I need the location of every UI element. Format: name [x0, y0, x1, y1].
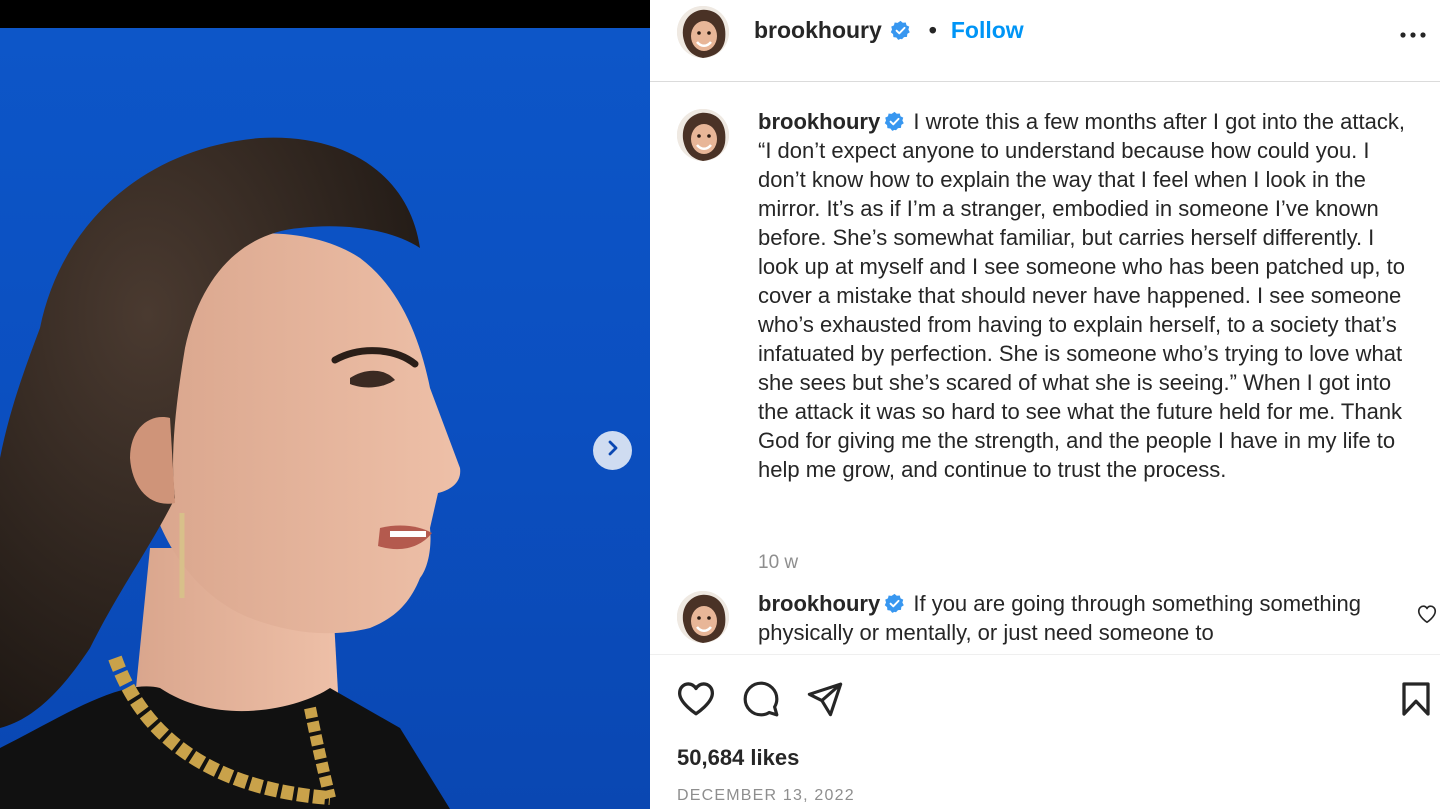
avatar[interactable]	[677, 6, 729, 58]
heart-icon[interactable]	[676, 679, 716, 719]
share-icon[interactable]	[805, 679, 845, 719]
chevron-right-icon	[605, 440, 621, 461]
comment-like-heart-icon[interactable]	[1416, 603, 1438, 625]
comment-icon[interactable]	[741, 679, 781, 719]
verified-badge-icon	[884, 110, 905, 131]
verified-badge-icon	[890, 20, 911, 41]
post-photo	[0, 28, 650, 809]
portrait-illustration	[0, 137, 461, 809]
likes-count[interactable]: 50,684 likes	[677, 745, 799, 771]
bookmark-icon[interactable]	[1396, 679, 1436, 719]
follow-button[interactable]: Follow	[951, 17, 1024, 44]
avatar[interactable]	[677, 591, 729, 643]
post-date: DECEMBER 13, 2022	[677, 787, 855, 804]
post-media	[0, 0, 650, 809]
post-panel: brookhoury • Follow brookhoury I wrote t…	[650, 0, 1440, 809]
post-header: brookhoury • Follow	[650, 0, 1440, 82]
comment-text-block: brookhoury If you are going through some…	[758, 589, 1378, 647]
comment-username[interactable]: brookhoury	[758, 109, 880, 134]
separator-dot: •	[928, 17, 937, 43]
header-user: brookhoury • Follow	[754, 17, 1024, 44]
next-image-button[interactable]	[593, 431, 632, 470]
comment-text-block: brookhoury I wrote this a few months aft…	[758, 107, 1418, 484]
comments-section[interactable]: brookhoury I wrote this a few months aft…	[650, 83, 1440, 654]
username-link[interactable]: brookhoury	[754, 17, 882, 44]
comment-username[interactable]: brookhoury	[758, 591, 880, 616]
comment-text: I wrote this a few months after I got in…	[758, 109, 1405, 482]
avatar[interactable]	[677, 109, 729, 161]
more-options-icon[interactable]	[1398, 20, 1428, 50]
verified-badge-icon	[884, 592, 905, 613]
comment-timestamp[interactable]: 10 w	[758, 552, 798, 574]
post-actions: 50,684 likes DECEMBER 13, 2022	[650, 654, 1440, 809]
